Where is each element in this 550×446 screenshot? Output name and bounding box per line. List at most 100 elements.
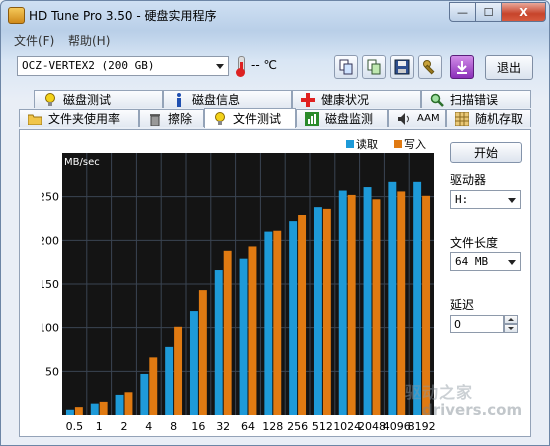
bar-write — [174, 326, 183, 415]
tab-label: AAM — [417, 113, 440, 124]
monitor-chart-icon — [305, 111, 319, 126]
minimize-button[interactable]: — — [449, 2, 476, 22]
bar-read — [289, 221, 298, 415]
maximize-button[interactable]: ☐ — [475, 2, 502, 22]
chevron-down-icon — [216, 64, 224, 69]
y-tick-label: 200 — [42, 234, 59, 247]
close-button[interactable]: X — [501, 2, 546, 22]
file-length-value: 64 MB — [455, 255, 489, 268]
lightbulb-icon — [43, 92, 57, 107]
arrow-down-icon — [457, 61, 467, 74]
delay-label: 延迟 — [450, 298, 475, 312]
bar-read — [214, 270, 223, 415]
options-button[interactable] — [418, 55, 442, 79]
delay-decrement-button[interactable] — [504, 324, 518, 333]
file-length-dropdown[interactable]: 64 MB — [450, 252, 521, 271]
copy-all-button[interactable] — [362, 55, 386, 79]
bar-read — [189, 311, 198, 415]
copy-icon — [339, 59, 353, 75]
start-button[interactable]: 开始 — [450, 142, 522, 163]
tab-folder-usage[interactable]: 文件夹使用率 — [19, 109, 139, 127]
tab-aam[interactable]: AAM — [388, 109, 446, 127]
window-title: HD Tune Pro 3.50 - 硬盘实用程序 — [29, 9, 217, 23]
bar-write — [322, 208, 331, 415]
x-tick-label: 8 — [170, 420, 177, 432]
tab-erase[interactable]: 擦除 — [139, 109, 204, 127]
legend-label: 读取 — [356, 137, 378, 151]
tab-disk-info[interactable]: 磁盘信息 — [163, 90, 292, 108]
copy-info-button[interactable] — [334, 55, 358, 79]
menu-help[interactable]: 帮助(H) — [68, 32, 110, 49]
info-icon — [172, 92, 186, 107]
app-window: HD Tune Pro 3.50 - 硬盘实用程序 — ☐ X 文件(F) 帮助… — [0, 0, 550, 446]
x-tick-label: 64 — [241, 420, 255, 432]
legend-label: 写入 — [404, 138, 426, 151]
exit-button[interactable]: 退出 — [485, 55, 533, 80]
y-tick-label: 150 — [42, 278, 59, 291]
tab-health[interactable]: 健康状况 — [292, 90, 421, 108]
x-tick-label: 4096 — [383, 420, 411, 432]
bar-read — [90, 403, 99, 415]
bar-read — [115, 394, 124, 415]
bar-write — [124, 392, 133, 415]
delay-input[interactable]: 0 — [450, 315, 504, 333]
bar-write — [74, 407, 83, 415]
chevron-down-icon — [508, 260, 516, 265]
tab-label: 磁盘测试 — [63, 93, 112, 107]
tab-label: 磁盘监测 — [325, 112, 374, 126]
legend-swatch — [394, 140, 402, 148]
legend-swatch — [346, 140, 354, 148]
y-tick-label: 50 — [45, 365, 59, 378]
tab-label: 健康状况 — [321, 93, 370, 107]
bar-write — [372, 199, 381, 415]
transfer-rate-chart: 50 100 150 200 250 0.5 1 2 4 8 16 32 64 128 256 5121024… — [42, 137, 436, 432]
download-button[interactable] — [450, 55, 474, 79]
x-tick-label: 32 — [216, 420, 230, 432]
drive-letter-dropdown[interactable]: H: — [450, 190, 521, 209]
bar-write — [298, 215, 307, 415]
folder-icon — [28, 112, 42, 126]
x-tick-label: 2048 — [358, 420, 386, 432]
menu-file[interactable]: 文件(F) — [14, 32, 54, 49]
watermark-url: drivers.com — [422, 401, 523, 419]
wrench-icon — [423, 60, 435, 75]
x-tick-label: 128 — [262, 420, 283, 432]
y-tick-label: 250 — [42, 191, 59, 204]
watermark-text: 驱动之家 — [405, 383, 474, 402]
title-bar[interactable]: HD Tune Pro 3.50 - 硬盘实用程序 — ☐ X — [1, 1, 549, 29]
menu-bar: 文件(F) 帮助(H) — [1, 29, 549, 49]
delay-increment-button[interactable] — [504, 315, 518, 324]
x-tick-label: 1 — [96, 420, 103, 432]
bar-read — [388, 181, 397, 415]
tab-label: 磁盘信息 — [192, 93, 241, 107]
bar-read — [140, 373, 149, 415]
y-tick-label: 100 — [42, 322, 59, 335]
save-button[interactable] — [390, 55, 414, 79]
drive-letter-value: H: — [455, 193, 469, 206]
bar-read — [165, 346, 174, 415]
bar-write — [99, 401, 108, 415]
tab-label: 随机存取 — [475, 112, 524, 126]
tab-disk-monitor[interactable]: 磁盘监测 — [296, 109, 388, 127]
tab-label: 擦除 — [168, 112, 193, 126]
app-icon — [8, 7, 25, 24]
x-tick-label: 0.5 — [66, 420, 84, 432]
tab-label: 扫描错误 — [450, 93, 499, 107]
tabs-row-top: 磁盘测试 磁盘信息 健康状况 扫描错误 — [19, 90, 531, 109]
tab-random-access[interactable]: 随机存取 — [446, 109, 531, 127]
drive-dropdown[interactable]: OCZ-VERTEX2 (200 GB) — [17, 56, 229, 76]
bar-write — [198, 290, 207, 415]
tab-disk-benchmark[interactable]: 磁盘测试 — [34, 90, 163, 108]
bar-read — [313, 207, 322, 415]
bar-read — [363, 187, 372, 415]
bar-read — [264, 231, 273, 415]
x-tick-label: 256 — [287, 420, 308, 432]
x-tick-label: 1024 — [333, 420, 361, 432]
y-axis-label: MB/sec — [64, 157, 100, 168]
bar-read — [338, 190, 347, 415]
tab-error-scan[interactable]: 扫描错误 — [421, 90, 531, 108]
grid-icon — [455, 111, 469, 126]
chevron-down-icon — [508, 198, 516, 203]
tab-file-benchmark[interactable]: 文件测试 — [204, 108, 296, 128]
delay-value: 0 — [454, 318, 461, 331]
